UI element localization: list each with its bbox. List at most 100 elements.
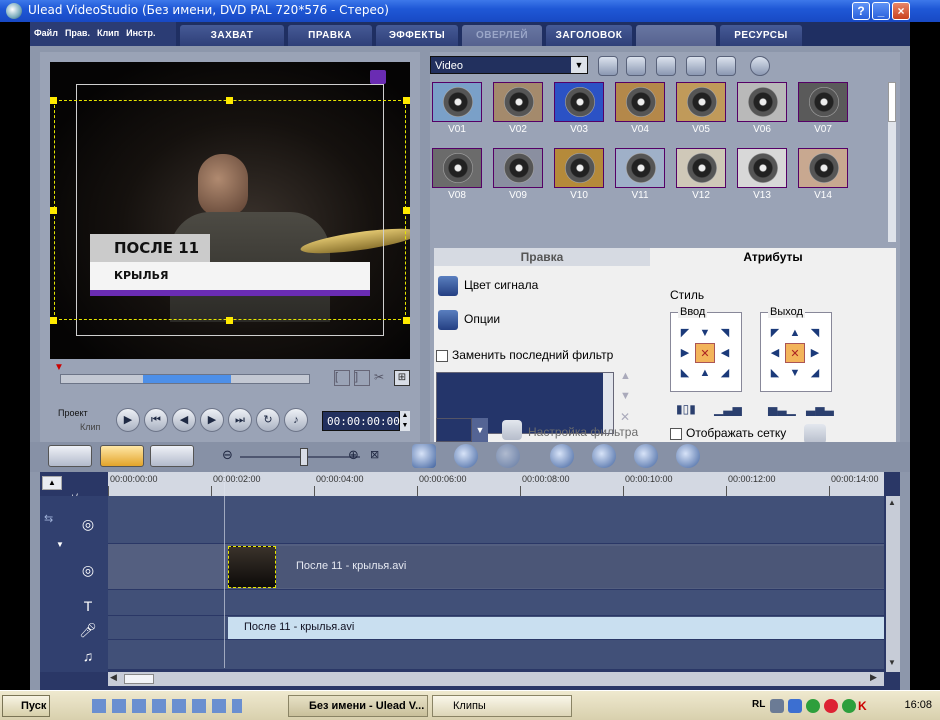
timecode-stepper[interactable]: ▲ ▼ (400, 411, 410, 431)
enlarge-icon[interactable]: ⊞ (394, 370, 410, 386)
eject-icon[interactable]: ▲ (42, 476, 62, 490)
no-motion-icon[interactable]: ✕ (785, 343, 805, 363)
marker-icon[interactable]: ▼ (54, 362, 66, 373)
filter-delete-icon[interactable]: ✕ (620, 410, 630, 424)
timeline-horizontal-scrollbar[interactable]: ◀ ▶ (108, 672, 884, 686)
resize-handle[interactable] (50, 207, 57, 214)
library-scrollbar[interactable] (888, 82, 896, 242)
chevron-down-icon[interactable]: ▼ (56, 540, 66, 550)
kaspersky-icon[interactable]: K (858, 699, 872, 713)
tray-icon-3[interactable] (806, 699, 820, 713)
grid-settings-icon[interactable] (804, 424, 826, 444)
menu-clip[interactable]: Клип (93, 22, 122, 38)
tab-resources[interactable]: РЕСУРСЫ (720, 25, 802, 46)
redo-icon[interactable] (496, 444, 520, 468)
tray-icon-5[interactable] (842, 699, 856, 713)
tab-title[interactable]: ЗАГОЛОВОК (546, 25, 632, 46)
arrow-left-icon[interactable]: ◀ (765, 343, 785, 363)
play-button[interactable]: ▶ (116, 408, 140, 432)
library-thumb[interactable]: V09 (493, 148, 543, 204)
smart-proxy-icon[interactable] (550, 444, 574, 468)
tab-edit[interactable]: ПРАВКА (288, 25, 372, 46)
tab-edit-panel[interactable]: Правка (434, 248, 650, 266)
insert-media-icon[interactable] (412, 444, 436, 468)
arrow-upright-icon[interactable]: ◥ (715, 323, 735, 343)
expand-icon[interactable] (750, 56, 770, 76)
task-clips-folder[interactable]: Клипы (432, 695, 572, 717)
timeline-view-button[interactable] (100, 445, 144, 467)
language-indicator[interactable]: RL (752, 699, 765, 710)
copy-icon[interactable] (716, 56, 736, 76)
arrow-upleft-icon[interactable]: ◤ (765, 323, 785, 343)
library-scroll-thumb[interactable] (888, 82, 896, 122)
arrow-right-icon[interactable]: ▶ (805, 343, 825, 363)
chevron-down-icon[interactable]: ▼ (571, 57, 587, 73)
minimize-button[interactable]: _ (872, 2, 890, 20)
resize-handle[interactable] (403, 207, 410, 214)
timeline-vertical-scrollbar[interactable]: ▲ ▼ (886, 496, 900, 672)
signal-color-option[interactable]: Цвет сигнала (438, 276, 538, 296)
arrow-left-icon[interactable]: ◀ (715, 343, 735, 363)
filter-up-icon[interactable]: ▲ (620, 370, 631, 382)
mode-project[interactable]: Проект (58, 408, 88, 418)
scroll-left-icon[interactable]: ◀ (110, 672, 117, 683)
arrow-downright-icon[interactable]: ◢ (805, 363, 825, 383)
tab-capture[interactable]: ЗАХВАТ (180, 25, 284, 46)
options-option[interactable]: Опции (438, 310, 500, 330)
library-thumb[interactable]: V01 (432, 82, 482, 138)
timecode-field[interactable]: 00:00:00:00 (322, 411, 400, 431)
library-thumb[interactable]: V06 (737, 82, 787, 138)
audio-view-button[interactable] (150, 445, 194, 467)
replace-last-filter-checkbox[interactable]: Заменить последний фильтр (436, 348, 613, 362)
storyboard-view-button[interactable] (48, 445, 92, 467)
playhead[interactable] (224, 472, 225, 668)
scroll-down-icon[interactable]: ▼ (888, 658, 896, 667)
tray-icon-4[interactable] (824, 699, 838, 713)
checkbox-box[interactable] (436, 349, 448, 362)
close-button[interactable]: × (892, 2, 910, 20)
tab-attributes-panel[interactable]: Атрибуты (650, 248, 896, 266)
arrow-up-icon[interactable]: ▲ (695, 363, 715, 383)
library-thumb[interactable]: V07 (798, 82, 848, 138)
web-icon[interactable] (676, 444, 700, 468)
resize-handle[interactable] (50, 317, 57, 324)
arrow-down-icon[interactable]: ▼ (695, 323, 715, 343)
filter-list-scrollbar[interactable] (603, 373, 613, 433)
resize-handle[interactable] (50, 97, 57, 104)
arrow-downleft-icon[interactable]: ◣ (765, 363, 785, 383)
scroll-right-icon[interactable]: ▶ (870, 672, 877, 683)
library-thumb[interactable]: V13 (737, 148, 787, 204)
end-button[interactable]: ⏭ (228, 408, 252, 432)
arrow-up-icon[interactable]: ▲ (785, 323, 805, 343)
library-thumb[interactable]: V05 (676, 82, 726, 138)
folder-icon[interactable] (598, 56, 618, 76)
batch-convert-icon[interactable] (592, 444, 616, 468)
audio-clip[interactable]: После 11 - крылья.avi (228, 617, 884, 639)
zoom-in-icon[interactable]: ⊕ (348, 447, 359, 463)
ease-in-icon[interactable]: ▁▃▅ (714, 402, 742, 416)
preview-window[interactable]: ПОСЛЕ 11 КРЫЛЬЯ (50, 62, 410, 359)
mode-clip[interactable]: Клип (80, 422, 100, 432)
menu-file[interactable]: Файл (30, 22, 61, 38)
selection-box[interactable] (54, 100, 406, 320)
grid-view-icon[interactable] (656, 56, 676, 76)
library-thumb[interactable]: V03 (554, 82, 604, 138)
arrow-down-icon[interactable]: ▼ (785, 363, 805, 383)
filter-settings-label[interactable]: Настройка фильтра (528, 425, 638, 439)
library-thumb[interactable]: V02 (493, 82, 543, 138)
library-thumb[interactable]: V14 (798, 148, 848, 204)
library-thumb[interactable]: V08 (432, 148, 482, 204)
resize-handle[interactable] (226, 317, 233, 324)
mark-in-button[interactable]: [ (334, 370, 350, 386)
library-category-select[interactable]: Video ▼ (430, 56, 588, 74)
tray-icon-1[interactable] (770, 699, 784, 713)
arrow-downleft-icon[interactable]: ◣ (675, 363, 695, 383)
start-button[interactable]: Пуск (2, 695, 50, 717)
zoom-slider-thumb[interactable] (300, 448, 308, 466)
refresh-icon[interactable] (686, 56, 706, 76)
arrow-upleft-icon[interactable]: ◤ (675, 323, 695, 343)
show-grid-checkbox[interactable]: Отображать сетку (670, 426, 786, 440)
tab-effects[interactable]: ЭФФЕКТЫ (376, 25, 458, 46)
library-thumb[interactable]: V10 (554, 148, 604, 204)
task-ulead-videostudio[interactable]: Без имени - Ulead V... (288, 695, 428, 717)
